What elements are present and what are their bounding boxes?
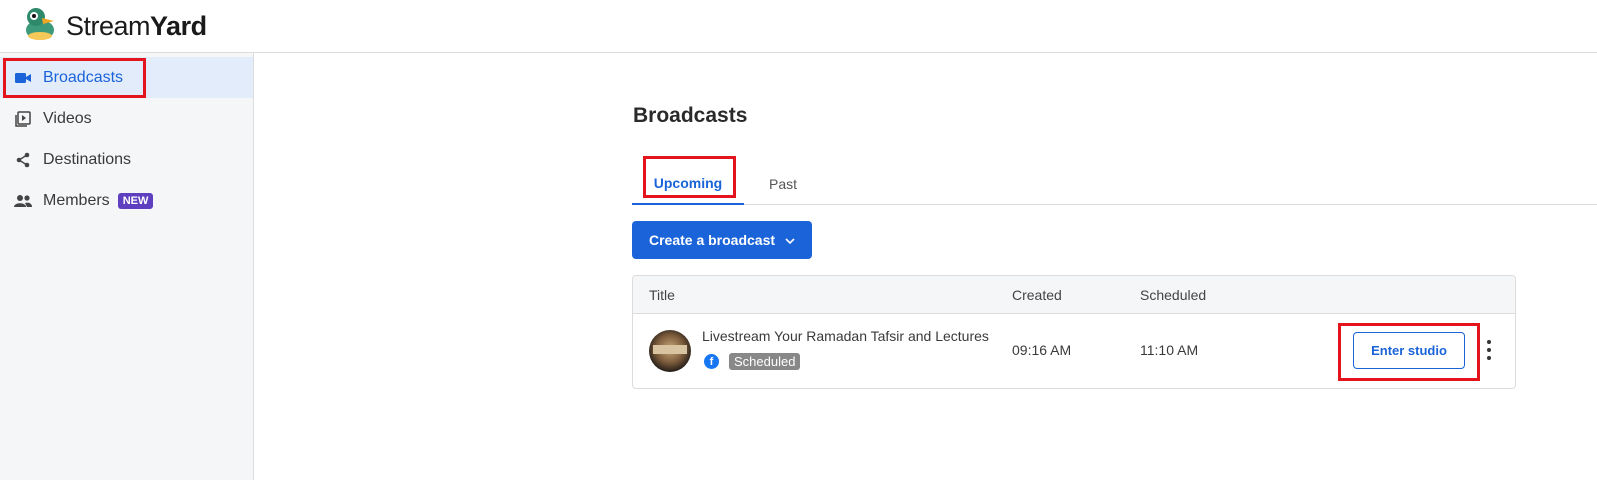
more-options-icon[interactable] xyxy=(1485,340,1493,360)
main-content: Broadcasts Upcoming Past Create a broadc… xyxy=(255,54,1597,480)
column-header-created: Created xyxy=(1012,287,1062,303)
created-time: 09:16 AM xyxy=(1012,342,1072,358)
tab-label: Upcoming xyxy=(653,174,723,191)
create-broadcast-label: Create a broadcast xyxy=(648,232,776,248)
status-badge: Scheduled xyxy=(729,353,801,370)
streamyard-logo[interactable]: StreamYard xyxy=(20,6,207,47)
broadcast-thumbnail xyxy=(649,330,691,372)
top-bar: StreamYard xyxy=(0,0,1597,53)
sidebar: Broadcasts Videos Destinations Members N… xyxy=(0,53,254,480)
page-title: Broadcasts xyxy=(633,104,748,127)
broadcasts-table: Title Created Scheduled Livestream Your … xyxy=(632,275,1516,389)
enter-studio-button[interactable]: Enter studio xyxy=(1353,332,1465,369)
sidebar-item-destinations[interactable]: Destinations xyxy=(0,139,253,180)
create-broadcast-button[interactable]: Create a broadcast xyxy=(632,221,812,259)
column-header-scheduled: Scheduled xyxy=(1140,287,1207,303)
sidebar-item-videos[interactable]: Videos xyxy=(0,98,253,139)
duck-logo-icon xyxy=(20,6,60,47)
sidebar-item-broadcasts[interactable]: Broadcasts xyxy=(0,57,253,98)
chevron-down-icon xyxy=(785,232,795,248)
enter-studio-label: Enter studio xyxy=(1371,343,1447,358)
broadcast-title[interactable]: Livestream Your Ramadan Tafsir and Lectu… xyxy=(702,328,994,344)
sidebar-item-label: Destinations xyxy=(43,150,132,168)
sidebar-item-label: Broadcasts xyxy=(43,68,124,86)
tab-label: Past xyxy=(768,175,797,192)
video-library-icon xyxy=(14,110,32,128)
tab-upcoming[interactable]: Upcoming xyxy=(632,162,744,205)
table-header: Title Created Scheduled xyxy=(633,276,1515,314)
sidebar-item-label: Members xyxy=(43,191,110,209)
scheduled-time: 11:10 AM xyxy=(1140,342,1199,358)
facebook-icon: f xyxy=(704,354,719,369)
share-icon xyxy=(14,151,32,169)
brand-name: StreamYard xyxy=(66,11,207,41)
tab-past[interactable]: Past xyxy=(750,162,816,205)
people-icon xyxy=(14,192,32,210)
tab-bar: Upcoming Past xyxy=(632,162,1597,205)
video-camera-icon xyxy=(14,69,32,87)
sidebar-item-label: Videos xyxy=(43,109,92,127)
sidebar-item-members[interactable]: Members NEW xyxy=(0,180,253,221)
table-row[interactable]: Livestream Your Ramadan Tafsir and Lectu… xyxy=(633,314,1515,388)
new-badge: NEW xyxy=(117,192,154,209)
column-header-title: Title xyxy=(649,287,675,303)
